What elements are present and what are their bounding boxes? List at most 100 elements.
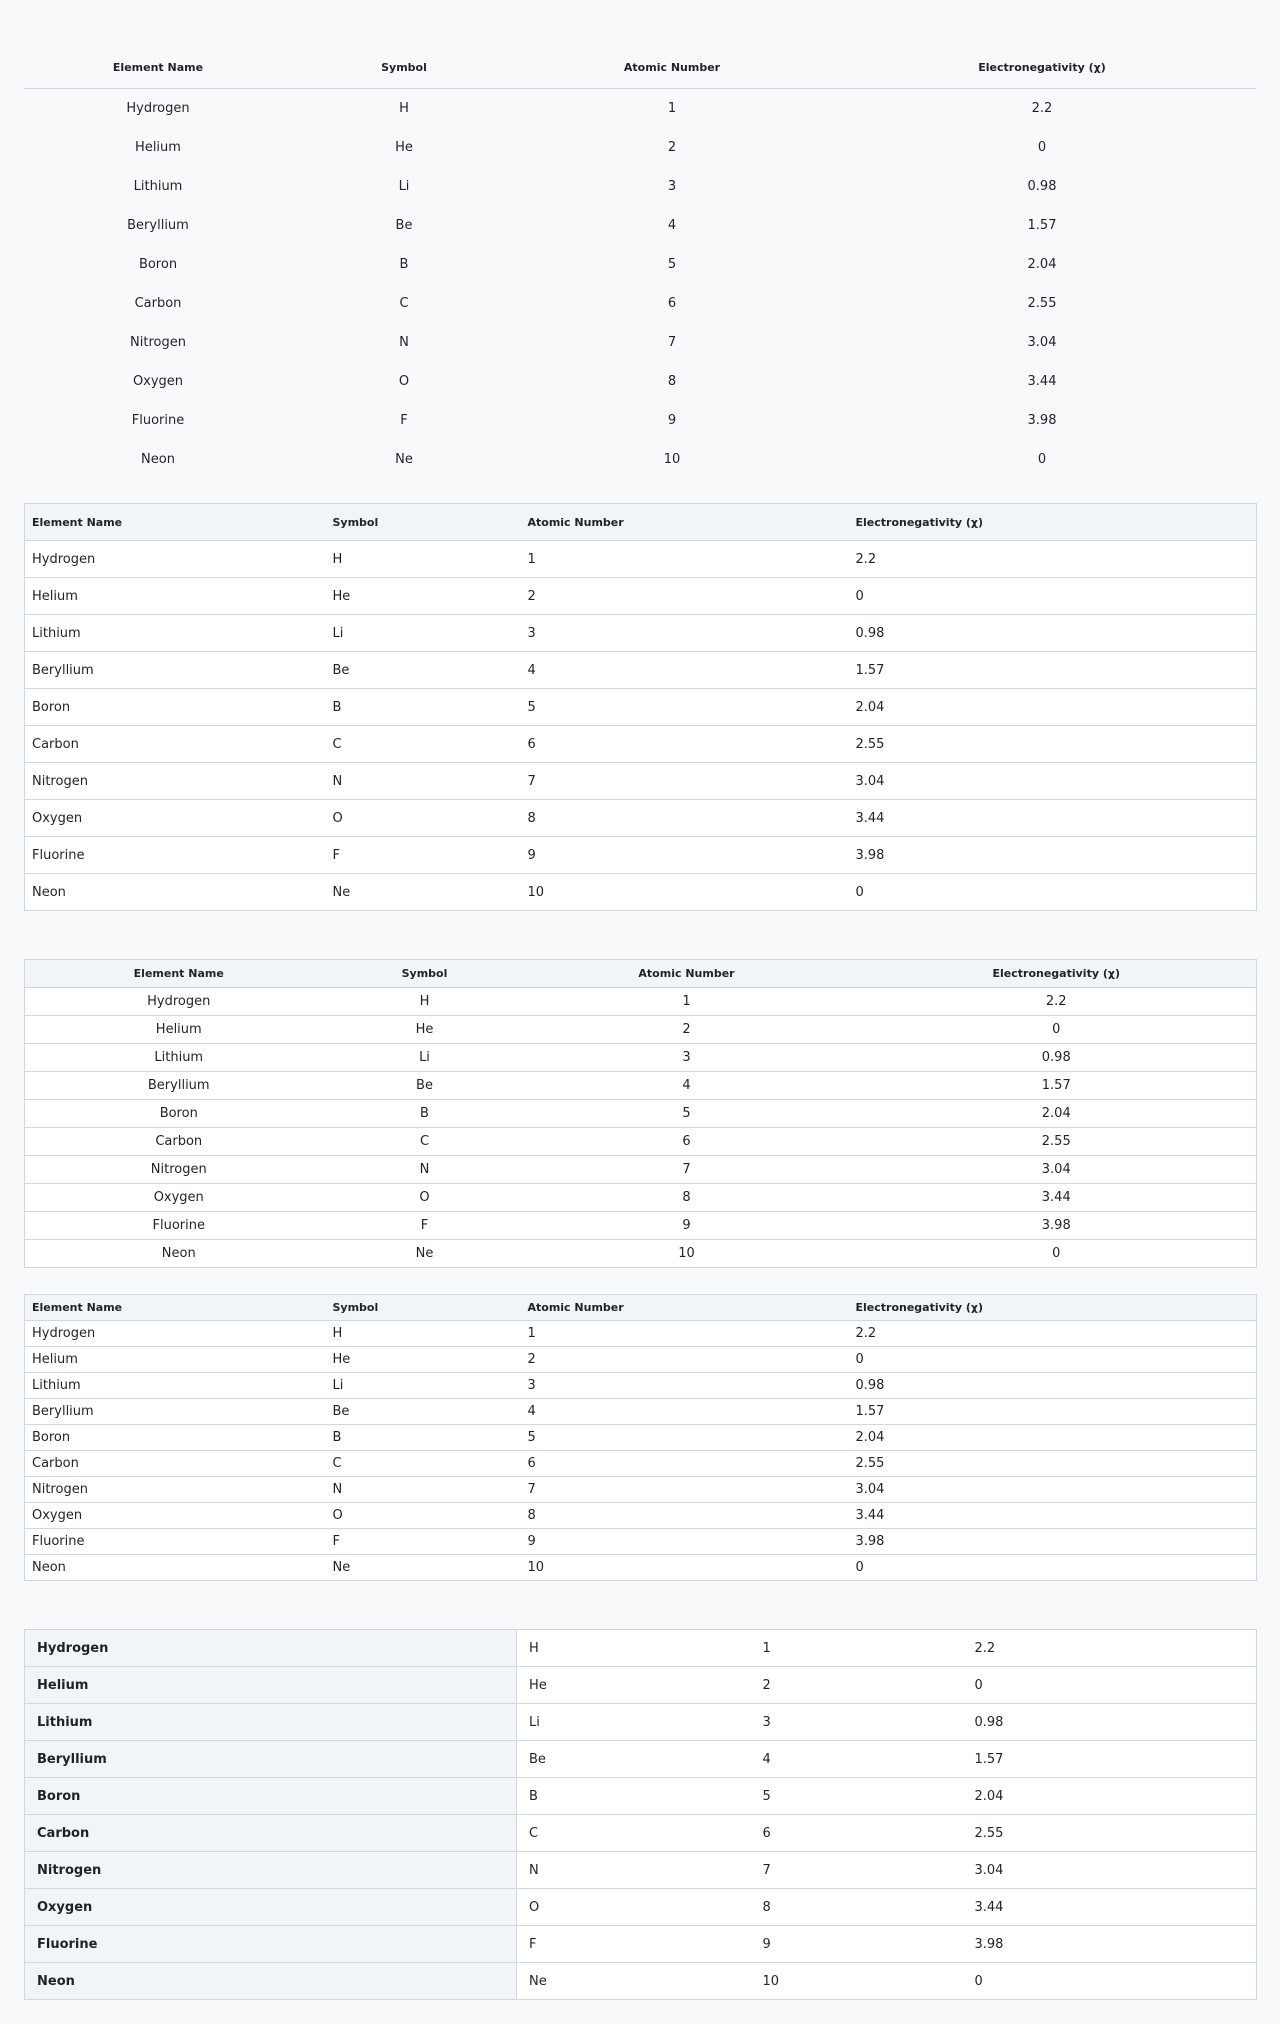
cell-element-name: Fluorine [24, 1528, 326, 1555]
cell-symbol: H [325, 1320, 521, 1347]
cell-electronegativity: 3.98 [848, 836, 1257, 874]
table-row: Fluorine F 9 3.98 [24, 1925, 1257, 1963]
cell-atomic-number: 6 [520, 725, 849, 763]
cell-atomic-number: 1 [520, 1320, 849, 1347]
table-row: Lithium Li 3 0.98 [24, 1372, 1257, 1399]
table-row: Boron B 5 2.04 [24, 1099, 1257, 1128]
cell-element-name: Helium [135, 140, 181, 155]
cell-electronegativity: 1.57 [962, 1740, 1257, 1778]
cell-symbol: O [332, 1183, 517, 1212]
cell-symbol: H [399, 101, 409, 116]
column-header-symbol: Symbol [325, 1294, 521, 1321]
cell-symbol: C [325, 1450, 521, 1477]
cell-symbol: O [516, 1888, 751, 1926]
cell-symbol: C [516, 1814, 751, 1852]
cell-symbol: F [332, 1211, 517, 1240]
cell-symbol: Ne [415, 1246, 434, 1261]
cell-element-name: Lithium [24, 1372, 326, 1399]
cell-element-name: Nitrogen [24, 762, 326, 800]
cell-element-name: Carbon [24, 1450, 326, 1477]
cell-atomic-number: 2 [520, 577, 849, 615]
cell-atomic-number: 3 [516, 1043, 857, 1072]
cell-symbol: Ne [529, 1973, 547, 1989]
cell-symbol: N [332, 1155, 517, 1184]
cell-atomic-number: 8 [520, 1502, 849, 1529]
table-row: Boron B 5 2.04 [24, 1777, 1257, 1815]
cell-atomic-number: 3 [520, 1372, 849, 1399]
cell-element-name: Nitrogen [130, 335, 186, 350]
column-header-electronegativity: Electronegativity (χ) [828, 46, 1256, 89]
cell-atomic-number: 8 [516, 1183, 857, 1212]
cell-electronegativity: 3.98 [1027, 413, 1057, 428]
cell-symbol: Ne [332, 1560, 351, 1575]
cell-element-name: Lithium [24, 1703, 517, 1741]
cell-symbol: O [325, 799, 521, 837]
cell-symbol: Be [516, 1740, 751, 1778]
table-row: Lithium Li 3 0.98 [24, 614, 1257, 652]
table-row: Helium He 2 0 [24, 1666, 1257, 1704]
cell-electronegativity: 2.55 [848, 1450, 1257, 1477]
cell-element-name: Helium [24, 1346, 326, 1373]
cell-symbol: Be [332, 1071, 517, 1100]
cell-symbol: Li [398, 179, 410, 194]
cell-atomic-number: 7 [520, 762, 849, 800]
cell-element-name: Neon [141, 452, 175, 467]
cell-atomic-number: 5 [750, 1777, 963, 1815]
table-row: Carbon C 6 2.55 [24, 725, 1257, 763]
cell-electronegativity: 0 [855, 884, 864, 900]
table-row: Beryllium Be 4 1.57 [24, 1740, 1257, 1778]
cell-electronegativity: 0 [962, 1666, 1257, 1704]
table-row: Oxygen O 8 3.44 [24, 1183, 1257, 1212]
cell-electronegativity: 3.04 [856, 1155, 1257, 1184]
cell-element-name: Helium [24, 1015, 333, 1044]
table-row: Nitrogen N 7 3.04 [24, 323, 1256, 362]
cell-atomic-number: 5 [667, 257, 677, 272]
cell-element-name: Hydrogen [24, 540, 326, 578]
cell-electronegativity: 2.2 [1031, 101, 1053, 116]
table-row: Neon Ne 10 0 [24, 1962, 1257, 2000]
element-table-row-headers: Hydrogen H 1 2.2 Helium He 2 0 Lithium Li 3 0.98 Ber… [24, 1629, 1257, 2000]
table-row: Hydrogen H 1 2.2 [24, 89, 1256, 129]
cell-symbol: N [325, 762, 521, 800]
cell-electronegativity: 2.2 [848, 1320, 1257, 1347]
column-header-atomic-number: Atomic Number [516, 46, 828, 89]
cell-atomic-number: 1 [520, 540, 849, 578]
table-row: Neon Ne 10 0 [25, 1240, 1257, 1268]
cell-atomic-number: 2 [667, 140, 677, 155]
cell-electronegativity: 0.98 [1027, 179, 1057, 194]
cell-atomic-number: 9 [516, 1211, 857, 1240]
cell-symbol: He [395, 140, 413, 155]
table-row: Oxygen O 8 3.44 [24, 799, 1257, 837]
cell-electronegativity: 3.44 [848, 799, 1257, 837]
cell-atomic-number: 2 [516, 1015, 857, 1044]
cell-symbol: O [398, 374, 410, 389]
cell-atomic-number: 4 [520, 1398, 849, 1425]
cell-atomic-number: 9 [520, 836, 849, 874]
column-header-electronegativity: Electronegativity (χ) [848, 1294, 1257, 1321]
cell-atomic-number: 5 [520, 688, 849, 726]
element-table-minimal: Element Name Symbol Atomic Number Electrone… [24, 46, 1256, 479]
cell-electronegativity: 2.04 [962, 1777, 1257, 1815]
table-row: Hydrogen H 1 2.2 [24, 987, 1257, 1016]
table-row: Boron B 5 2.04 [24, 1424, 1257, 1451]
cell-element-name: Nitrogen [24, 1476, 326, 1503]
cell-electronegativity: 2.55 [1027, 296, 1057, 311]
column-header-symbol: Symbol [325, 503, 521, 541]
cell-symbol: H [516, 1629, 751, 1667]
cell-element-name: Beryllium [127, 218, 189, 233]
cell-electronegativity: 0 [974, 1973, 983, 1989]
element-table-compact: Element Name Symbol Atomic Number Electrone… [24, 1294, 1257, 1581]
cell-element-name: Carbon [24, 725, 326, 763]
cell-symbol: H [325, 540, 521, 578]
cell-electronegativity: 0.98 [856, 1043, 1257, 1072]
cell-symbol: F [516, 1925, 751, 1963]
cell-electronegativity: 3.98 [962, 1925, 1257, 1963]
cell-atomic-number: 7 [516, 1155, 857, 1184]
cell-atomic-number: 8 [750, 1888, 963, 1926]
cell-symbol: B [399, 257, 409, 272]
cell-symbol: He [332, 1015, 517, 1044]
cell-element-name: Fluorine [24, 1925, 517, 1963]
cell-element-name: Hydrogen [24, 1629, 517, 1667]
cell-element-name: Carbon [24, 1127, 333, 1156]
cell-electronegativity: 1.57 [1027, 218, 1057, 233]
